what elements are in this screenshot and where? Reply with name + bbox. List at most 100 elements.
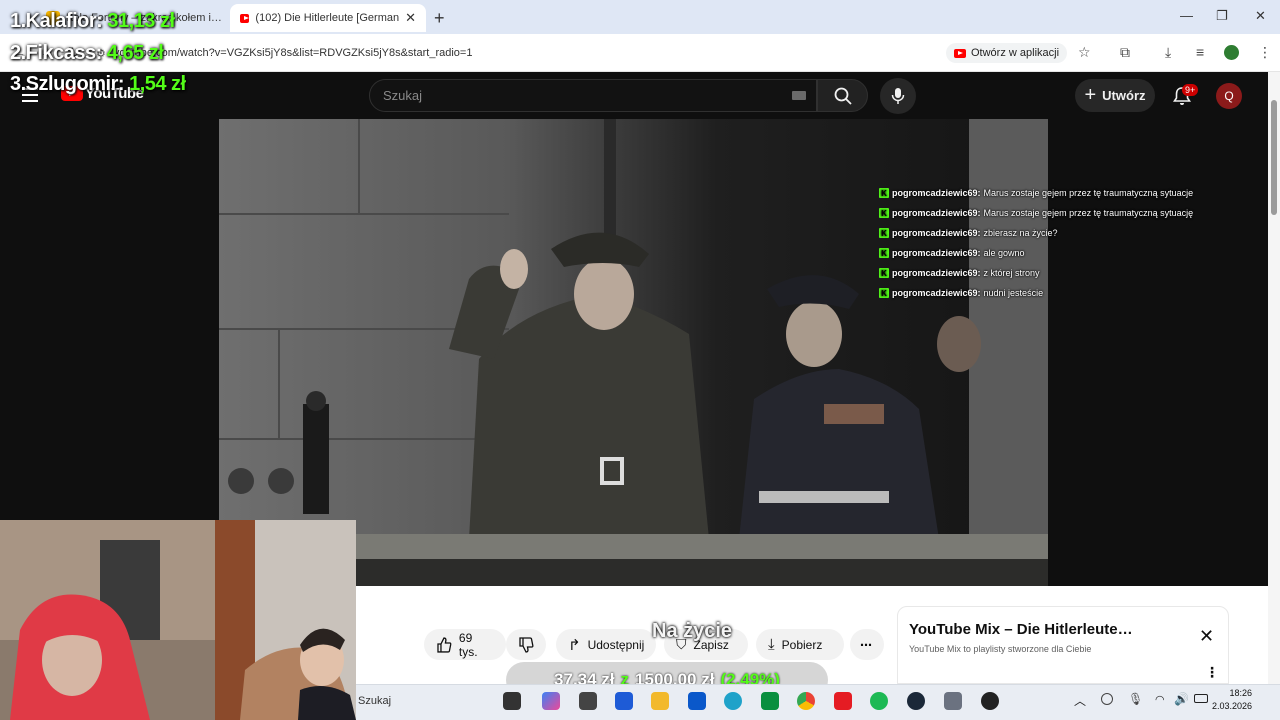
spotify-icon[interactable] xyxy=(870,692,888,710)
account-avatar[interactable]: Q xyxy=(1216,83,1242,109)
kick-badge-icon: K xyxy=(879,208,889,218)
ranking-label: 3.Szlugomir: xyxy=(10,73,125,95)
webcam-image xyxy=(0,520,356,720)
maximize-button[interactable]: ❐ xyxy=(1216,8,1228,24)
app-icon[interactable] xyxy=(579,692,597,710)
share-button[interactable]: ↱ Udostępnij xyxy=(556,629,656,660)
tab-label: (102) Die Hitlerleute [German xyxy=(255,12,400,24)
steam-icon[interactable] xyxy=(907,692,925,710)
taskbar-search[interactable]: Szukaj xyxy=(356,690,496,712)
chat-text: z której strony xyxy=(983,268,1040,278)
search-input[interactable]: Szukaj xyxy=(369,79,817,112)
like-button[interactable]: 69 tys. xyxy=(424,629,506,660)
ranking-label: 2.Fikcass: xyxy=(10,42,102,64)
extensions-icon[interactable]: ⧉ xyxy=(1120,44,1130,61)
chat-user: pogromcadziewic69: xyxy=(892,248,981,258)
tab-close-icon[interactable]: ✕ xyxy=(405,10,416,26)
chat-user: pogromcadziewic69: xyxy=(892,228,981,238)
screen: Koło Fortuny – zakręć kołem i… (102) Die… xyxy=(0,0,1280,720)
thumbs-down-icon xyxy=(519,636,534,653)
copilot-icon[interactable] xyxy=(542,692,560,710)
like-count: 69 tys. xyxy=(458,630,478,659)
ranking-amount: 31,13 zł xyxy=(107,10,175,32)
open-in-app-label: Otwórz w aplikacji xyxy=(971,47,1060,59)
profile-icon[interactable] xyxy=(1224,45,1239,60)
plus-icon: + xyxy=(1084,84,1097,106)
browser-menu-icon[interactable]: ⋮ xyxy=(1258,44,1272,61)
clock-time: 18:26 xyxy=(1229,688,1253,698)
dislike-button[interactable] xyxy=(506,629,546,660)
chat-message: Kpogromcadziewic69: z której strony xyxy=(879,263,1239,283)
youtube-icon xyxy=(954,48,966,58)
voice-search-button[interactable] xyxy=(880,78,916,114)
youtube-favicon-icon xyxy=(240,13,250,23)
volume-icon[interactable]: 🔊 xyxy=(1174,692,1189,706)
chrome-icon[interactable] xyxy=(797,692,815,710)
mix-subtitle: YouTube Mix to playlisty stworzone dla C… xyxy=(909,644,1092,654)
mix-title[interactable]: YouTube Mix – Die Hitlerleute… xyxy=(909,621,1133,638)
url-text: youtube.com/watch?v=VGZKsi5jY8s&list=RDV… xyxy=(113,47,473,59)
chat-message: Kpogromcadziewic69: Marus zostaje gejem p… xyxy=(879,203,1239,223)
search-button[interactable] xyxy=(817,79,868,112)
kick-badge-icon: K xyxy=(879,248,889,258)
notifications-badge: 9+ xyxy=(1182,84,1199,96)
taskbar-clock[interactable]: 18:26 2.03.2026 xyxy=(1212,687,1252,713)
create-button[interactable]: + Utwórz xyxy=(1075,79,1155,112)
ranking-amount: 4,65 zł xyxy=(106,42,164,64)
editor-icon[interactable] xyxy=(615,692,633,710)
download-label: Pobierz xyxy=(781,637,823,652)
battery-icon[interactable] xyxy=(1194,694,1208,703)
minimize-button[interactable]: — xyxy=(1180,8,1193,23)
more-actions-button[interactable]: ⋯ xyxy=(850,629,884,660)
microphone-icon xyxy=(891,88,905,104)
taskbar-search-label: Szukaj xyxy=(358,695,392,707)
chat-text: Marus zostaje gejem przez tę traumatyczn… xyxy=(983,208,1194,218)
chat-message: Kpogromcadziewic69: Marus zostaje gejem p… xyxy=(879,183,1239,203)
clock-date: 2.03.2026 xyxy=(1212,701,1253,711)
download-icon: ⤓ xyxy=(768,636,775,653)
obs-icon[interactable] xyxy=(981,692,999,710)
kick-badge-icon: K xyxy=(879,188,889,198)
downloads-icon[interactable]: ⤓ xyxy=(1165,44,1171,61)
microphone-tray-icon[interactable]: 🎙 xyxy=(1128,692,1143,706)
chat-user: pogromcadziewic69: xyxy=(892,188,981,198)
tray-chevron-icon[interactable]: ︿ xyxy=(1074,692,1086,709)
tray-app-icon[interactable] xyxy=(1101,693,1113,705)
reading-list-icon[interactable]: ≡ xyxy=(1196,44,1204,60)
xbox-icon[interactable] xyxy=(761,692,779,710)
thumbs-up-icon xyxy=(437,636,452,653)
webcam-overlay xyxy=(0,520,356,720)
wifi-icon[interactable]: ◠ xyxy=(1155,693,1165,706)
chat-user: pogromcadziewic69: xyxy=(892,268,981,278)
chat-user: pogromcadziewic69: xyxy=(892,288,981,298)
chat-overlay: Kpogromcadziewic69: Marus zostaje gejem p… xyxy=(879,183,1239,303)
mix-more-icon[interactable]: ⋮ xyxy=(1205,664,1219,681)
close-window-button[interactable]: ✕ xyxy=(1255,8,1266,24)
bookmark-star-icon[interactable]: ☆ xyxy=(1078,44,1091,61)
share-icon: ↱ xyxy=(568,636,581,654)
scrollbar-thumb[interactable] xyxy=(1271,100,1277,215)
chat-text: ale gowno xyxy=(983,248,1025,258)
chat-text: nudni jesteście xyxy=(983,288,1044,298)
new-tab-button[interactable]: + xyxy=(434,8,445,29)
youtube-app-icon[interactable] xyxy=(834,692,852,710)
search-placeholder: Szukaj xyxy=(383,88,423,103)
keyboard-icon[interactable] xyxy=(792,91,806,100)
task-view-icon[interactable] xyxy=(503,692,521,710)
mix-close-icon[interactable]: ✕ xyxy=(1199,626,1214,647)
stream-caption: Na życie xyxy=(652,620,733,642)
settings-icon[interactable] xyxy=(944,692,962,710)
kick-badge-icon: K xyxy=(879,288,889,298)
file-explorer-icon[interactable] xyxy=(651,692,669,710)
more-icon: ⋯ xyxy=(860,637,872,652)
open-in-app-button[interactable]: Otwórz w aplikacji xyxy=(946,43,1068,63)
search-icon xyxy=(834,87,852,105)
chat-text: Marus zostaje gejem przez tę traumatyczn… xyxy=(983,188,1194,198)
create-label: Utwórz xyxy=(1102,88,1146,103)
download-button[interactable]: ⤓ Pobierz xyxy=(756,629,844,660)
store-icon[interactable] xyxy=(688,692,706,710)
chat-message: Kpogromcadziewic69: zbierasz na życie? xyxy=(879,223,1239,243)
ranking-entry: 3.Szlugomir: 1,54 zł xyxy=(10,73,186,96)
tab-youtube[interactable]: (102) Die Hitlerleute [German ✕ xyxy=(230,4,426,32)
edge-icon[interactable] xyxy=(724,692,742,710)
